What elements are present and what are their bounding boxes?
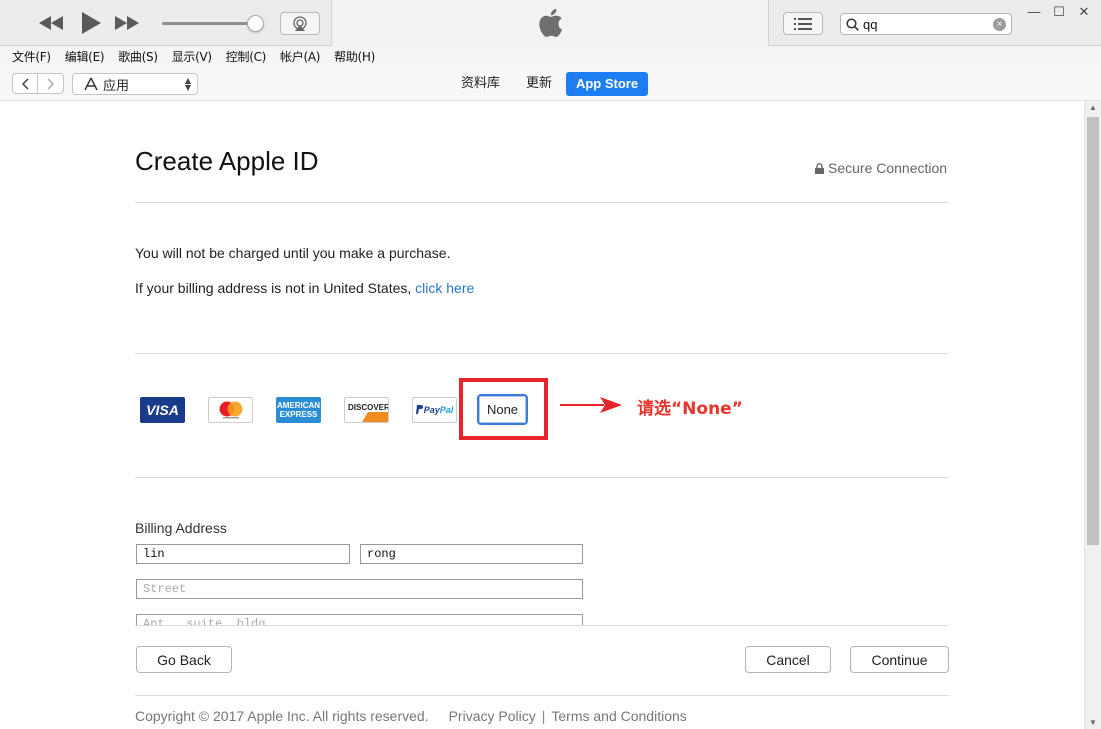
rewind-button[interactable]	[38, 12, 64, 34]
divider	[135, 202, 949, 203]
paypal-part-a: Pay	[423, 405, 440, 415]
secure-connection-label: Secure Connection	[828, 160, 948, 176]
menu-account[interactable]: 帐户(A)	[280, 48, 320, 65]
apt-suite-field[interactable]	[136, 614, 583, 625]
page-title: Create Apple ID	[135, 146, 319, 176]
mastercard-option[interactable]	[208, 397, 253, 423]
vertical-scrollbar[interactable]: ▲ ▼	[1084, 101, 1101, 729]
apt-field-clip	[136, 614, 583, 625]
apps-icon	[84, 77, 98, 91]
back-button[interactable]	[12, 73, 38, 94]
maximize-icon[interactable]: ☐	[1051, 5, 1067, 19]
visa-card-option[interactable]: VISA	[140, 397, 185, 423]
menu-controls[interactable]: 控制(C)	[226, 48, 267, 65]
chevron-left-icon	[21, 77, 29, 90]
search-icon	[846, 18, 859, 31]
visa-logo-label: VISA	[146, 402, 179, 418]
volume-knob[interactable]	[247, 15, 264, 32]
click-here-link[interactable]: click here	[415, 280, 474, 296]
cancel-button[interactable]: Cancel	[745, 646, 831, 673]
secure-connection: Secure Connection	[815, 160, 947, 176]
menu-bar: 文件(F) 编辑(E) 歌曲(S) 显示(V) 控制(C) 帐户(A) 帮助(H…	[0, 46, 1101, 66]
go-back-button[interactable]: Go Back	[136, 646, 232, 673]
scroll-down-icon[interactable]: ▼	[1089, 718, 1097, 727]
close-icon[interactable]: ✕	[1076, 5, 1092, 19]
last-name-field[interactable]	[360, 544, 583, 564]
divider	[135, 695, 949, 696]
minimize-icon[interactable]: —	[1026, 5, 1042, 19]
billing-country-note: If your billing address is not in United…	[135, 280, 474, 296]
menu-view[interactable]: 显示(V)	[172, 48, 212, 65]
media-type-label: 应用	[103, 78, 130, 94]
lock-icon	[815, 162, 824, 174]
footer-separator: |	[541, 708, 546, 724]
menu-file[interactable]: 文件(F)	[12, 48, 51, 65]
mastercard-logo-icon	[219, 401, 242, 419]
nav-bar: 应用 ▲ ▼ 资料库 更新 App Store	[0, 66, 1101, 101]
fast-forward-button[interactable]	[114, 12, 140, 34]
paypal-option[interactable]: PayPal	[412, 397, 457, 423]
paypal-p-icon	[415, 405, 423, 414]
paypal-part-b: Pal	[439, 405, 454, 415]
airplay-icon	[293, 15, 307, 31]
discover-card-option[interactable]: DISCOVER	[344, 397, 389, 423]
lcd-display	[331, 0, 769, 46]
search-box[interactable]: ×	[840, 13, 1012, 35]
paypal-logo: PayPal	[415, 405, 454, 415]
amex-line1: AMERICAN	[276, 401, 321, 410]
annotation-highlight-box	[459, 378, 548, 440]
player-toolbar: × — ☐ ✕	[0, 0, 1101, 46]
divider	[135, 477, 949, 478]
scrollbar-thumb[interactable]	[1087, 117, 1099, 545]
amex-card-option[interactable]: AMERICAN EXPRESS	[276, 397, 321, 423]
annotation-arrow-icon	[560, 397, 622, 413]
menu-help[interactable]: 帮助(H)	[334, 48, 375, 65]
amex-line2: EXPRESS	[279, 410, 318, 419]
annotation-text: 请选“None”	[637, 399, 743, 419]
airplay-button[interactable]	[280, 12, 320, 35]
street-field[interactable]	[136, 579, 583, 599]
menu-edit[interactable]: 编辑(E)	[65, 48, 105, 65]
terms-link[interactable]: Terms and Conditions	[551, 708, 686, 724]
media-type-select[interactable]: 应用 ▲ ▼	[72, 73, 198, 95]
play-icon	[82, 12, 101, 34]
tab-updates[interactable]: 更新	[526, 72, 552, 96]
footer: Copyright © 2017 Apple Inc. All rights r…	[135, 708, 687, 724]
tab-library[interactable]: 资料库	[461, 72, 500, 96]
clear-search-icon[interactable]: ×	[993, 18, 1006, 31]
search-input[interactable]	[863, 16, 987, 32]
first-name-field[interactable]	[136, 544, 350, 564]
privacy-policy-link[interactable]: Privacy Policy	[449, 708, 536, 724]
updown-icon: ▲ ▼	[184, 76, 191, 92]
up-next-button[interactable]	[783, 12, 823, 35]
billing-address-label: Billing Address	[135, 520, 227, 536]
discover-logo-label: DISCOVER	[348, 403, 389, 412]
list-icon	[794, 17, 812, 30]
forward-button[interactable]	[38, 73, 64, 94]
fast-forward-icon	[115, 16, 139, 30]
divider	[135, 353, 949, 354]
apple-logo-icon	[539, 8, 562, 37]
billing-country-text: If your billing address is not in United…	[135, 280, 416, 296]
divider	[135, 625, 949, 626]
play-button[interactable]	[78, 10, 104, 36]
charge-note: You will not be charged until you make a…	[135, 245, 451, 261]
discover-stripe	[362, 412, 388, 422]
rewind-icon	[39, 16, 63, 30]
volume-slider[interactable]	[162, 22, 258, 25]
copyright-text: Copyright © 2017 Apple Inc. All rights r…	[135, 708, 429, 724]
continue-button[interactable]: Continue	[850, 646, 949, 673]
tab-app-store[interactable]: App Store	[566, 72, 648, 96]
scroll-up-icon[interactable]: ▲	[1089, 103, 1097, 112]
menu-song[interactable]: 歌曲(S)	[118, 48, 158, 65]
chevron-right-icon	[46, 77, 54, 90]
